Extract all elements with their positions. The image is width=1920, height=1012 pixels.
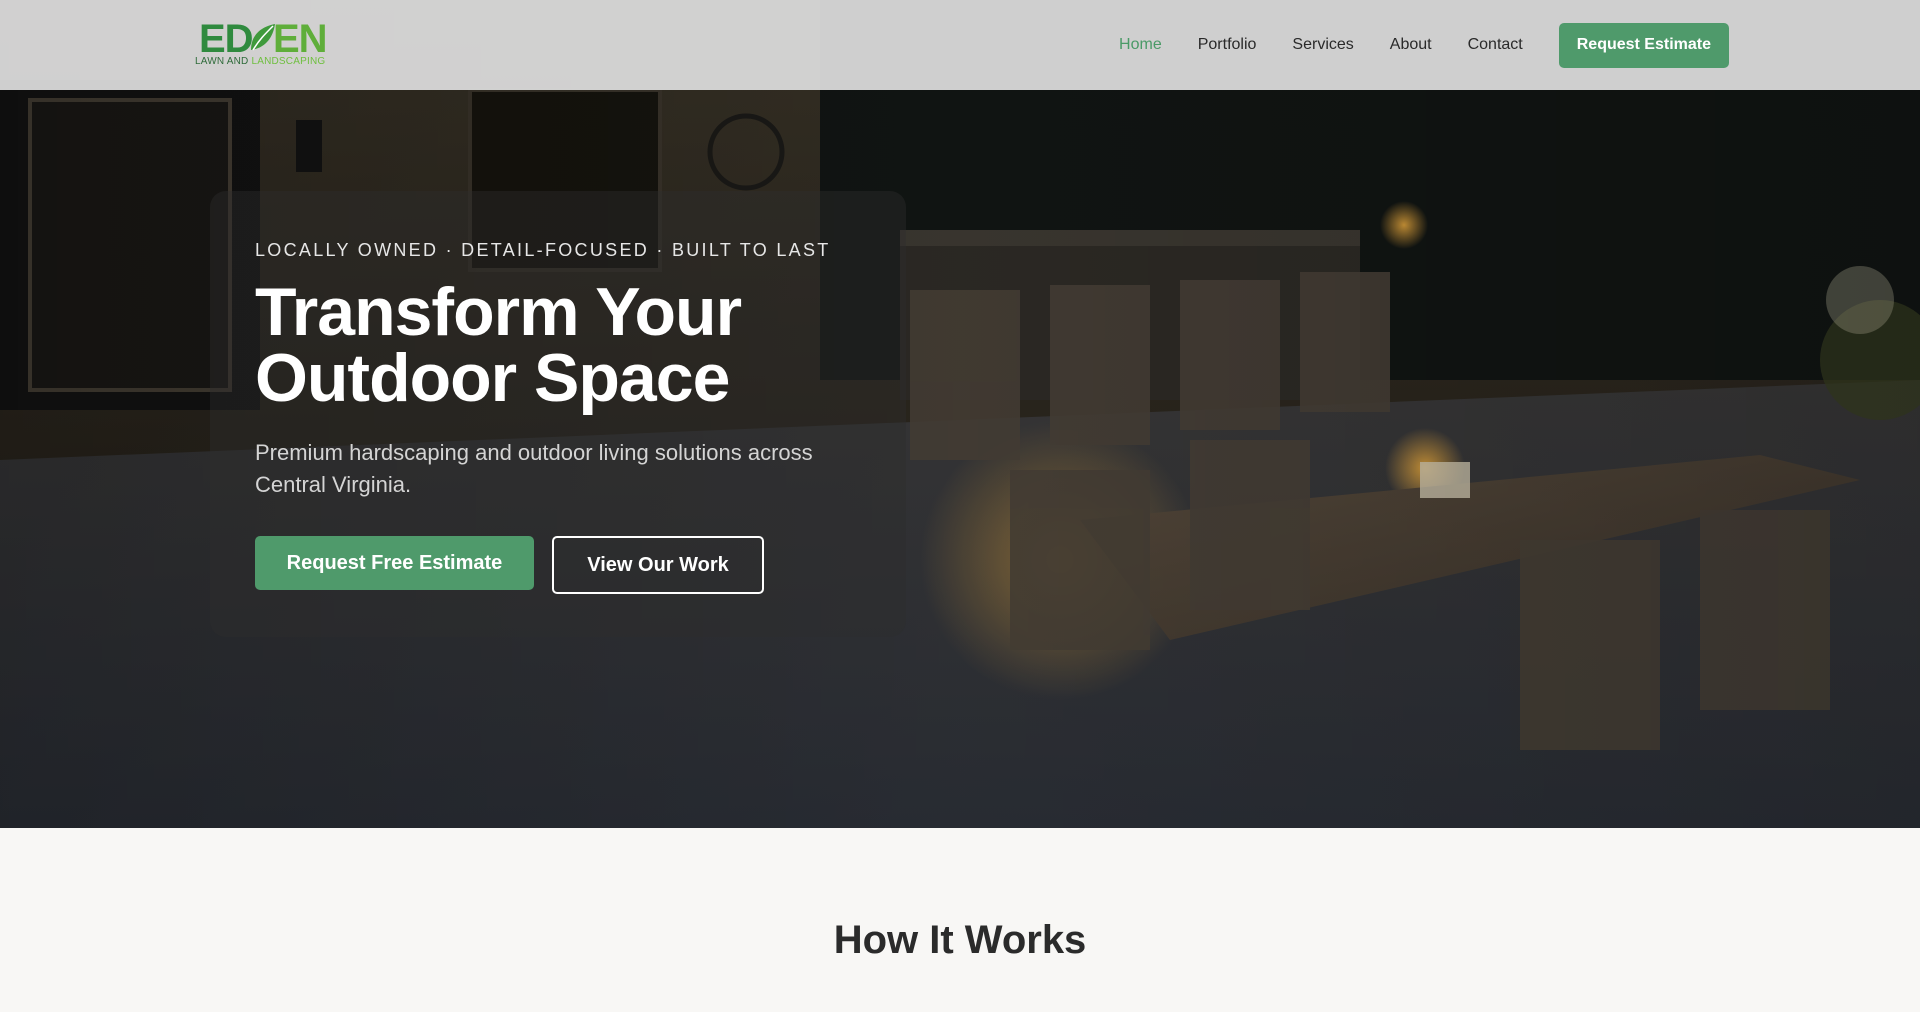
logo-tagline: LAWN AND LANDSCAPING [195, 56, 325, 67]
eden-leaf-logo-icon: ED EN [199, 20, 325, 56]
hero-section: LOCALLY OWNED · DETAIL-FOCUSED · BUILT T… [0, 0, 1920, 828]
view-our-work-button[interactable]: View Our Work [552, 536, 764, 594]
request-estimate-button[interactable]: Request Estimate [1558, 22, 1729, 68]
site-header: ED EN LAWN AND LANDSCAPING Home Portfoli… [0, 0, 1920, 90]
nav-services[interactable]: Services [1292, 36, 1353, 54]
hero-title-line1: Transform Your [255, 274, 742, 350]
hero-card: LOCALLY OWNED · DETAIL-FOCUSED · BUILT T… [210, 191, 906, 637]
hero-title: Transform Your Outdoor Space [255, 278, 875, 412]
main-nav: Home Portfolio Services About Contact Re… [1119, 22, 1729, 68]
how-it-works-title: How It Works [833, 918, 1087, 962]
svg-text:EN: EN [273, 20, 325, 56]
logo-tagline-part1: LAWN AND [195, 56, 249, 67]
svg-text:ED: ED [199, 20, 253, 56]
nav-portfolio[interactable]: Portfolio [1198, 36, 1257, 54]
nav-about[interactable]: About [1390, 36, 1432, 54]
hero-eyebrow: LOCALLY OWNED · DETAIL-FOCUSED · BUILT T… [255, 240, 831, 260]
how-it-works-section: How It Works [0, 828, 1920, 1012]
logo-tagline-part2: LANDSCAPING [251, 56, 326, 67]
request-free-estimate-button[interactable]: Request Free Estimate [255, 536, 534, 590]
nav-home[interactable]: Home [1119, 36, 1162, 54]
nav-contact[interactable]: Contact [1468, 36, 1523, 54]
hero-subtitle: Premium hardscaping and outdoor living s… [255, 440, 813, 497]
hero-title-line2: Outdoor Space [255, 340, 730, 416]
site-logo[interactable]: ED EN LAWN AND LANDSCAPING [195, 20, 335, 72]
